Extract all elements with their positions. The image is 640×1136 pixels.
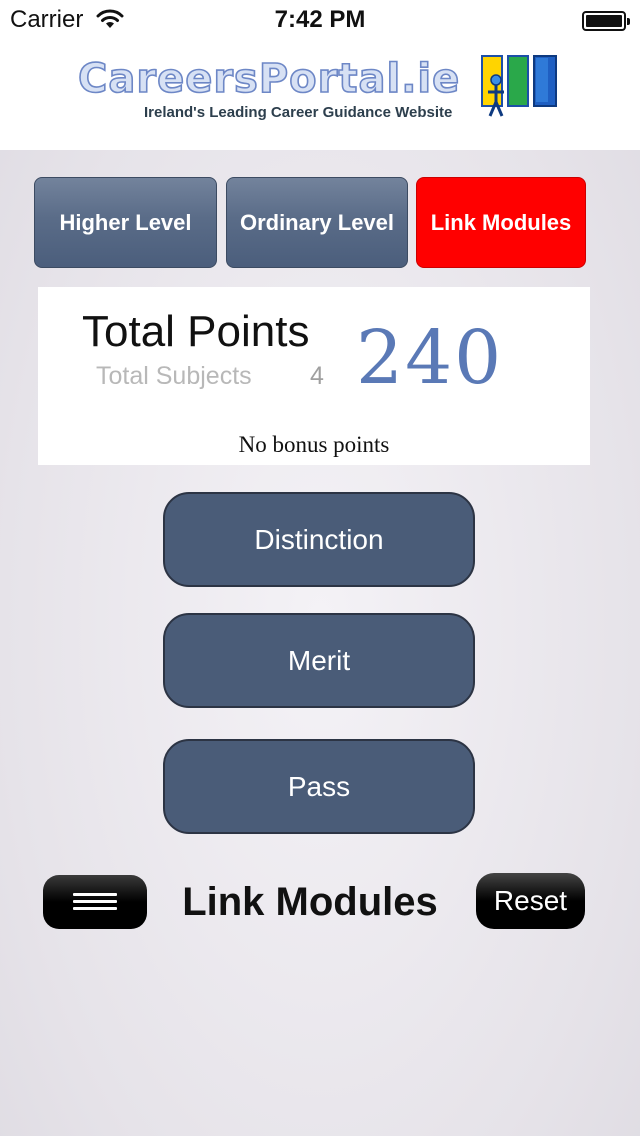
tab-link-modules[interactable]: Link Modules: [416, 177, 586, 268]
careersportal-logo: CareersPortal.ie Ireland's Leading Caree…: [77, 55, 498, 126]
merit-button[interactable]: Merit: [163, 613, 475, 708]
logo-tagline: Ireland's Leading Career Guidance Websit…: [144, 104, 453, 121]
app-header: Carrier 7:42 PM CareersPortal.ie Ireland…: [0, 0, 640, 150]
total-subjects-label: Total Subjects: [96, 362, 252, 390]
tab-ordinary-level[interactable]: Ordinary Level: [226, 177, 408, 268]
status-bar: Carrier 7:42 PM: [0, 0, 640, 40]
status-time: 7:42 PM: [274, 6, 366, 33]
logo-text: CareersPortal.ie: [77, 55, 461, 103]
total-points-value: 240: [356, 315, 504, 401]
doors-logo-icon: [481, 55, 557, 117]
reset-button[interactable]: Reset: [476, 873, 585, 929]
distinction-button[interactable]: Distinction: [163, 492, 475, 587]
bonus-points-text: No bonus points: [238, 432, 390, 457]
total-subjects-count: 4: [310, 362, 324, 390]
tab-higher-level[interactable]: Higher Level: [34, 177, 217, 268]
pass-button[interactable]: Pass: [163, 739, 475, 834]
points-summary-panel: Total Points Total Subjects 4 240 No bon…: [38, 287, 590, 465]
total-points-title: Total Points: [82, 307, 310, 356]
battery-icon: [582, 11, 630, 31]
